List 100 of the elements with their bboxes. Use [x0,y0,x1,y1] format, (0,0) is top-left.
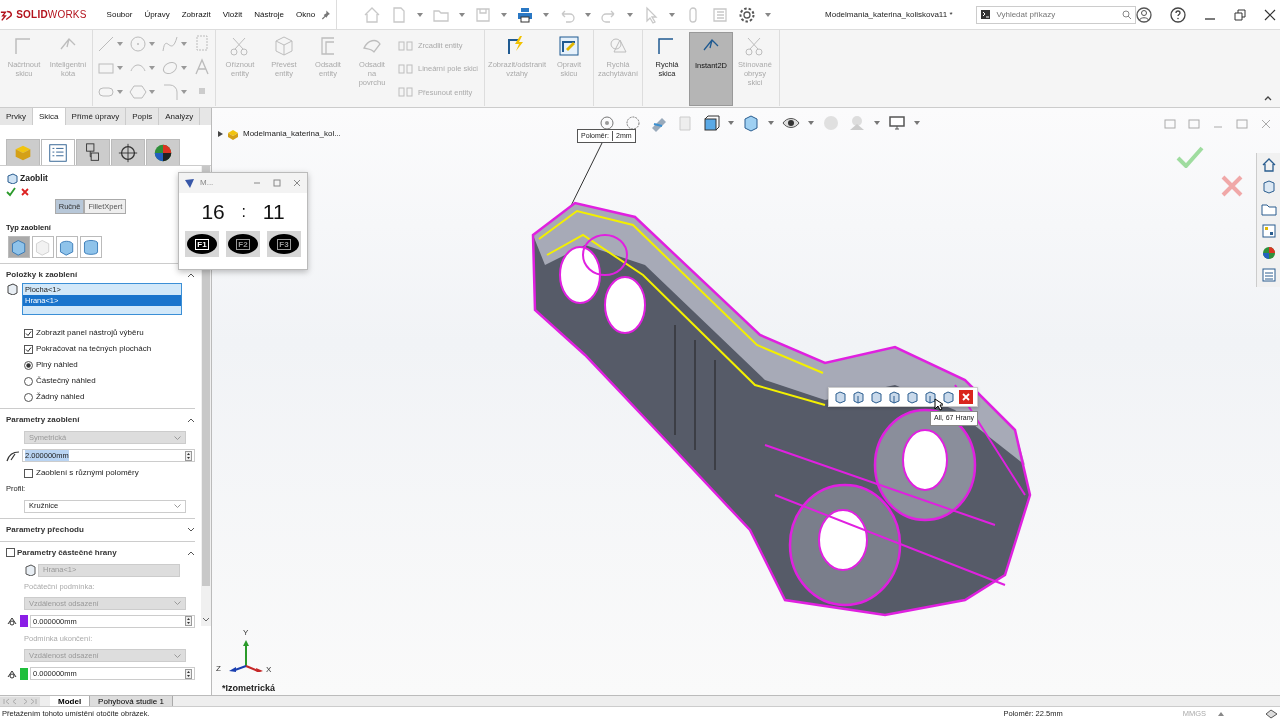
parts-icon[interactable] [1260,179,1277,195]
body-select-button[interactable] [905,390,919,404]
home-icon[interactable] [1260,157,1277,173]
display-style-icon[interactable] [742,114,760,132]
caret-icon[interactable] [459,12,466,17]
palette-icon[interactable] [1260,223,1277,239]
panel-tab[interactable] [76,139,110,165]
spinner-icon[interactable] [185,668,192,679]
menu-item[interactable]: Úpravy [138,8,176,21]
caret-icon[interactable] [117,42,123,46]
caret-icon[interactable] [669,12,676,17]
ok-icon[interactable] [6,186,16,197]
split-icon[interactable] [1188,118,1200,130]
close-icon[interactable] [1264,8,1276,21]
caret-icon[interactable] [914,121,920,125]
chevron-icon[interactable] [187,526,195,533]
panel-tab[interactable] [111,139,145,165]
close-icon [959,390,973,404]
monitor-icon[interactable] [888,114,906,132]
search-icon[interactable] [1122,10,1131,19]
caret-icon[interactable] [808,121,814,125]
cube-icon [272,34,296,58]
feature-select-button[interactable] [887,390,901,404]
all-edges-button[interactable] [923,390,937,404]
caret-icon[interactable] [765,12,772,17]
chevron-icon[interactable] [187,417,195,424]
caret-icon[interactable] [181,90,187,94]
document-title: Modelmania_katerina_koliskova11 * [825,8,954,21]
restore-icon[interactable] [1234,8,1246,21]
logo-text: SOLIDWORKS [16,8,87,22]
user-icon[interactable] [1136,6,1152,23]
caret-icon[interactable] [149,42,155,46]
spinner-icon[interactable] [185,450,192,461]
section-title: Položky k zaoblení [6,269,78,282]
folder-icon[interactable] [1260,201,1277,217]
chevron-icon[interactable] [187,549,195,556]
caret-icon [174,504,181,508]
caret-icon[interactable] [1218,711,1224,716]
settings-icon[interactable] [738,5,757,24]
caret-icon[interactable] [117,66,123,70]
checkbox[interactable] [24,344,33,354]
radio-button[interactable] [24,392,33,402]
radio-button[interactable] [24,360,33,370]
model-tree-item[interactable]: Modelmania_katerina_kol... [243,128,341,140]
maximize-icon[interactable] [273,179,281,187]
tab-navigation-icon[interactable] [0,696,40,706]
caret-icon[interactable] [181,66,187,70]
menu-item[interactable]: Zobrazit [175,8,217,21]
appearance-icon[interactable] [1260,245,1277,261]
zoom-fit-icon[interactable] [598,114,616,132]
checkbox[interactable] [24,468,33,478]
collapse-icon[interactable] [1264,95,1272,101]
zoom-area-icon[interactable] [624,114,642,132]
caret-icon[interactable] [417,12,424,17]
caret-icon[interactable] [874,121,880,125]
properties-icon[interactable] [1260,267,1277,283]
checkbox[interactable] [6,548,15,557]
caret-icon[interactable] [627,12,634,17]
help-icon[interactable] [1170,6,1186,23]
panel-tab[interactable] [146,139,180,165]
caret-icon[interactable] [768,121,774,125]
face-select-button[interactable] [833,390,847,404]
search-input[interactable]: Vyhledat příkazy [994,7,1118,22]
property-list-icon [47,141,69,164]
menu-item[interactable]: Soubor [100,8,139,21]
caret-icon[interactable] [117,90,123,94]
cancel-icon[interactable] [20,186,30,197]
caret-icon[interactable] [149,90,155,94]
expand-caret-icon[interactable] [218,131,223,137]
command-tab[interactable]: Skica [33,108,66,125]
close-button[interactable] [959,390,973,404]
menu-item[interactable]: Vložit [216,8,249,21]
axis-label: X [266,666,272,674]
caret-icon[interactable] [543,12,550,17]
spinner-icon[interactable] [185,616,192,627]
tile-icon[interactable] [1164,118,1176,130]
fillet-type-button[interactable] [80,236,102,259]
caret-icon[interactable] [728,121,734,125]
print-icon[interactable] [516,5,535,24]
caret-icon[interactable] [181,42,187,46]
fillet-type-button[interactable] [8,236,30,259]
layers-button[interactable] [941,390,955,404]
checkbox[interactable] [24,328,33,338]
axis-label: Z [216,665,221,673]
caret-icon[interactable] [149,66,155,70]
pin-icon[interactable] [321,9,331,20]
key-button[interactable]: F1 [187,234,217,254]
menu-item[interactable]: Nástroje [248,8,290,21]
loop-select-button[interactable] [869,390,883,404]
timer-minutes: 11 [262,199,285,226]
view-cube-icon[interactable] [702,114,720,132]
menu-item[interactable]: Okno [290,8,322,21]
radio-button[interactable] [24,376,33,386]
body-select-icon [905,390,919,404]
caret-icon[interactable] [585,12,592,17]
fillet-type-button[interactable] [56,236,78,259]
chevron-icon[interactable] [187,272,195,279]
edge-select-button[interactable] [851,390,865,404]
caret-icon[interactable] [501,12,508,17]
search-box[interactable]: Vyhledat příkazy [976,5,1136,24]
